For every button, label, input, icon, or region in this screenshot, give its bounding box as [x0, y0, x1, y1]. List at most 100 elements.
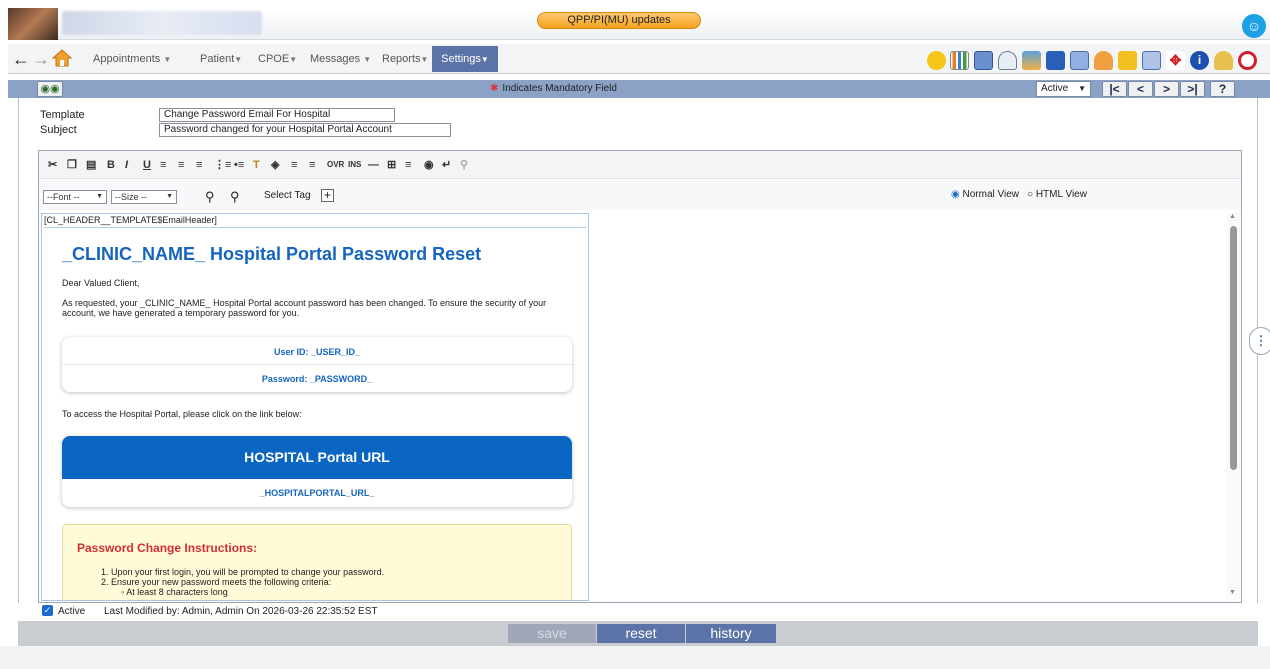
info-icon[interactable]: i	[1190, 51, 1209, 70]
report-grid-icon[interactable]	[974, 51, 993, 70]
html-view-radio[interactable]: ○ HTML View	[1027, 189, 1087, 200]
indent-icon[interactable]: ≡	[291, 158, 297, 172]
table-format-icon[interactable]: ≡	[405, 158, 411, 172]
criteria-1: ◦ At least 8 characters long	[121, 587, 228, 597]
blurred-user-name	[62, 11, 262, 35]
instruction-1: 1. Upon your first login, you will be pr…	[101, 567, 385, 577]
credentials-divider	[62, 364, 572, 365]
next-record-button[interactable]: >	[1154, 81, 1179, 97]
font-select[interactable]: --Font -- ▼	[43, 190, 107, 204]
person-icon[interactable]	[1094, 51, 1113, 70]
reset-button[interactable]: reset	[597, 624, 685, 643]
password-line: Password: _PASSWORD_	[261, 374, 373, 384]
updates-button[interactable]: QPP/PI(MU) updates	[537, 12, 701, 29]
mail-alert-icon[interactable]	[1118, 51, 1137, 70]
scroll-down-icon[interactable]: ▼	[1229, 589, 1236, 596]
email-title: _CLINIC_NAME_ Hospital Portal Password R…	[62, 244, 482, 264]
text-color-icon[interactable]: T	[253, 158, 260, 172]
template-label: Template	[40, 109, 85, 121]
copy-icon[interactable]: ❐	[67, 158, 77, 172]
search-replace-icon[interactable]: ⚲	[205, 189, 215, 205]
scroll-up-icon[interactable]: ▲	[1229, 213, 1236, 220]
find-icon[interactable]: ◉	[424, 158, 434, 172]
subject-field[interactable]: Password changed for your Hospital Porta…	[159, 123, 451, 137]
credentials-card: User ID: _USER_ID_ Password: _PASSWORD_	[62, 337, 572, 392]
portal-card: HOSPITAL Portal URL _HOSPITALPORTAL_URL_	[62, 436, 572, 507]
rc-icon[interactable]	[1142, 51, 1161, 70]
user-profile-icon[interactable]: ☺	[1242, 14, 1266, 38]
history-button[interactable]: history	[686, 624, 776, 643]
normal-view-radio[interactable]: ◉ Normal View	[951, 189, 1019, 200]
portal-url-button[interactable]: HOSPITAL Portal URL	[62, 436, 572, 479]
outdent-icon[interactable]: ≡	[309, 158, 315, 172]
status-select[interactable]: Active ▼	[1036, 81, 1091, 97]
active-label: Active	[58, 606, 86, 617]
size-select[interactable]: --Size -- ▼	[111, 190, 177, 204]
align-right-icon[interactable]: ≡	[196, 158, 202, 172]
instructions-box: Password Change Instructions: 1. Upon yo…	[62, 524, 572, 600]
header-template-tag: [CL_HEADER__TEMPLATE$EmailHeader]	[44, 215, 217, 225]
user-lock-icon[interactable]	[1214, 51, 1233, 70]
user-photo	[8, 8, 58, 40]
last-record-button[interactable]: >|	[1180, 81, 1205, 97]
email-greeting: Dear Valued Client,	[62, 278, 140, 288]
align-left-icon[interactable]: ≡	[160, 158, 166, 172]
bottom-strip	[0, 646, 1270, 669]
subject-label: Subject	[40, 124, 77, 136]
menu-messages[interactable]: Messages ▼	[310, 52, 371, 67]
bold-icon[interactable]: B	[107, 158, 115, 172]
select-tag-label: Select Tag	[264, 190, 311, 201]
save-button[interactable]: save	[508, 624, 596, 643]
last-modified-text: Last Modified by: Admin, Admin On 2026-0…	[104, 606, 378, 617]
add-tag-button[interactable]: +	[321, 189, 334, 202]
first-record-button[interactable]: |<	[1102, 81, 1127, 97]
user-id-line: User ID: _USER_ID_	[273, 347, 361, 357]
new-badge-icon[interactable]	[927, 51, 946, 70]
scrollbar-thumb[interactable]	[1230, 226, 1237, 470]
portal-url-link[interactable]: _HOSPITALPORTAL_URL_	[62, 488, 572, 498]
forward-arrow-icon[interactable]: →	[32, 48, 50, 70]
menu-reports[interactable]: Reports▼	[382, 52, 428, 67]
help-button[interactable]: ?	[1210, 81, 1235, 97]
binoculars-search-button[interactable]: ◉◉	[37, 81, 63, 97]
instruction-2: 2. Ensure your new password meets the fo…	[101, 577, 332, 587]
calendar-icon[interactable]	[1070, 51, 1089, 70]
users-group-icon[interactable]	[1022, 51, 1041, 70]
align-center-icon[interactable]: ≡	[178, 158, 184, 172]
overwrite-icon[interactable]: OVR	[327, 158, 344, 172]
zoom-icon[interactable]: ⚲	[460, 158, 468, 172]
cut-icon[interactable]: ✂	[48, 158, 57, 172]
italic-icon[interactable]: I	[125, 158, 128, 172]
back-arrow-icon[interactable]: ←	[12, 48, 30, 70]
menu-patient[interactable]: Patient▼	[200, 52, 242, 67]
underline-icon[interactable]: U	[143, 158, 151, 172]
highlight-icon[interactable]: ◈	[271, 158, 279, 172]
home-icon[interactable]	[51, 48, 73, 68]
unordered-list-icon[interactable]: •≡	[234, 158, 244, 172]
menu-appointments[interactable]: Appointments ▼	[93, 52, 171, 67]
ordered-list-icon[interactable]: ⋮≡	[214, 158, 231, 172]
menu-cpoe[interactable]: CPOE▼	[258, 52, 297, 67]
instructions-title: Password Change Instructions:	[77, 541, 258, 555]
expand-arrows-icon[interactable]: ✥	[1166, 51, 1185, 70]
gauge-icon[interactable]	[998, 51, 1017, 70]
email-intro: As requested, your _CLINIC_NAME_ Hospita…	[62, 298, 547, 318]
email-template-preview[interactable]: [CL_HEADER__TEMPLATE$EmailHeader] _CLINI…	[41, 213, 589, 601]
mandatory-note: ✱ Indicates Mandatory Field	[490, 83, 617, 94]
bar-chart-icon[interactable]	[950, 51, 969, 70]
insert-icon[interactable]: INS	[348, 158, 361, 172]
access-text: To access the Hospital Portal, please cl…	[62, 409, 302, 419]
zoom-in-icon[interactable]: ⚲	[230, 189, 240, 205]
line-break-icon[interactable]: ↵	[442, 158, 451, 172]
header-divider	[44, 227, 586, 228]
template-field[interactable]: Change Password Email For Hospital	[159, 108, 395, 122]
menu-settings[interactable]: Settings▼	[432, 46, 498, 72]
active-checkbox[interactable]: ✓	[42, 605, 53, 616]
bill-icon[interactable]	[1046, 51, 1065, 70]
more-options-icon[interactable]: ⋮	[1249, 327, 1270, 355]
paste-icon[interactable]: ▤	[86, 158, 96, 172]
power-icon[interactable]	[1238, 51, 1257, 70]
horizontal-rule-icon[interactable]: —	[368, 158, 379, 172]
prev-record-button[interactable]: <	[1128, 81, 1153, 97]
table-icon[interactable]: ⊞	[387, 158, 396, 172]
